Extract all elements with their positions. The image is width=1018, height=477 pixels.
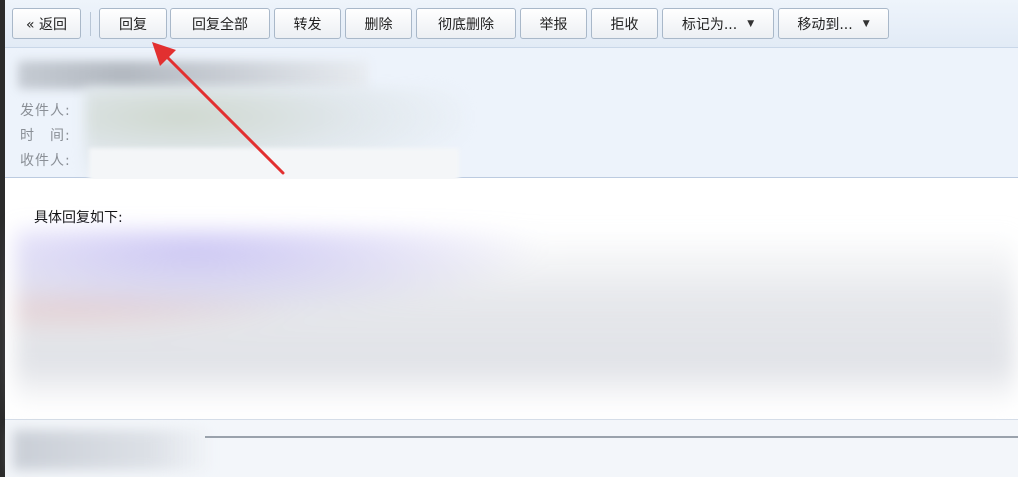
chevron-down-icon: ▼ [747,18,755,29]
reply-intro-text: 具体回复如下: [34,210,123,226]
forward-button[interactable]: 转发 [274,8,341,39]
mail-header: 发件人: 时 间: 收件人: [5,48,1018,184]
footer-redacted [13,430,213,470]
mail-footer [5,419,1018,477]
to-label: 收件人: [20,153,71,169]
recipient-redacted [89,148,459,182]
mark-as-dropdown[interactable]: 标记为... ▼ [662,8,774,39]
footer-divider [205,436,1018,438]
reply-all-button[interactable]: 回复全部 [170,8,270,39]
mail-toolbar: « 返回 回复 回复全部 转发 删除 彻底删除 举报 拒收 标记为... ▼ 移… [5,0,1018,48]
from-label: 发件人: [20,103,71,119]
toolbar-divider [90,12,91,36]
reject-button[interactable]: 拒收 [591,8,658,39]
report-button[interactable]: 举报 [520,8,587,39]
move-to-dropdown[interactable]: 移动到... ▼ [778,8,889,39]
chevron-down-icon: ▼ [862,18,870,29]
delete-button[interactable]: 删除 [345,8,412,39]
delete-permanently-button[interactable]: 彻底删除 [416,8,516,39]
move-to-label: 移动到... [797,16,853,33]
mark-as-label: 标记为... [681,16,738,33]
subject-redacted [18,61,368,89]
reply-button[interactable]: 回复 [99,8,167,39]
time-label: 时 间: [20,128,71,144]
back-button[interactable]: « 返回 [12,8,81,39]
body-redacted [15,229,1015,409]
mail-body: 具体回复如下: [5,179,1018,419]
